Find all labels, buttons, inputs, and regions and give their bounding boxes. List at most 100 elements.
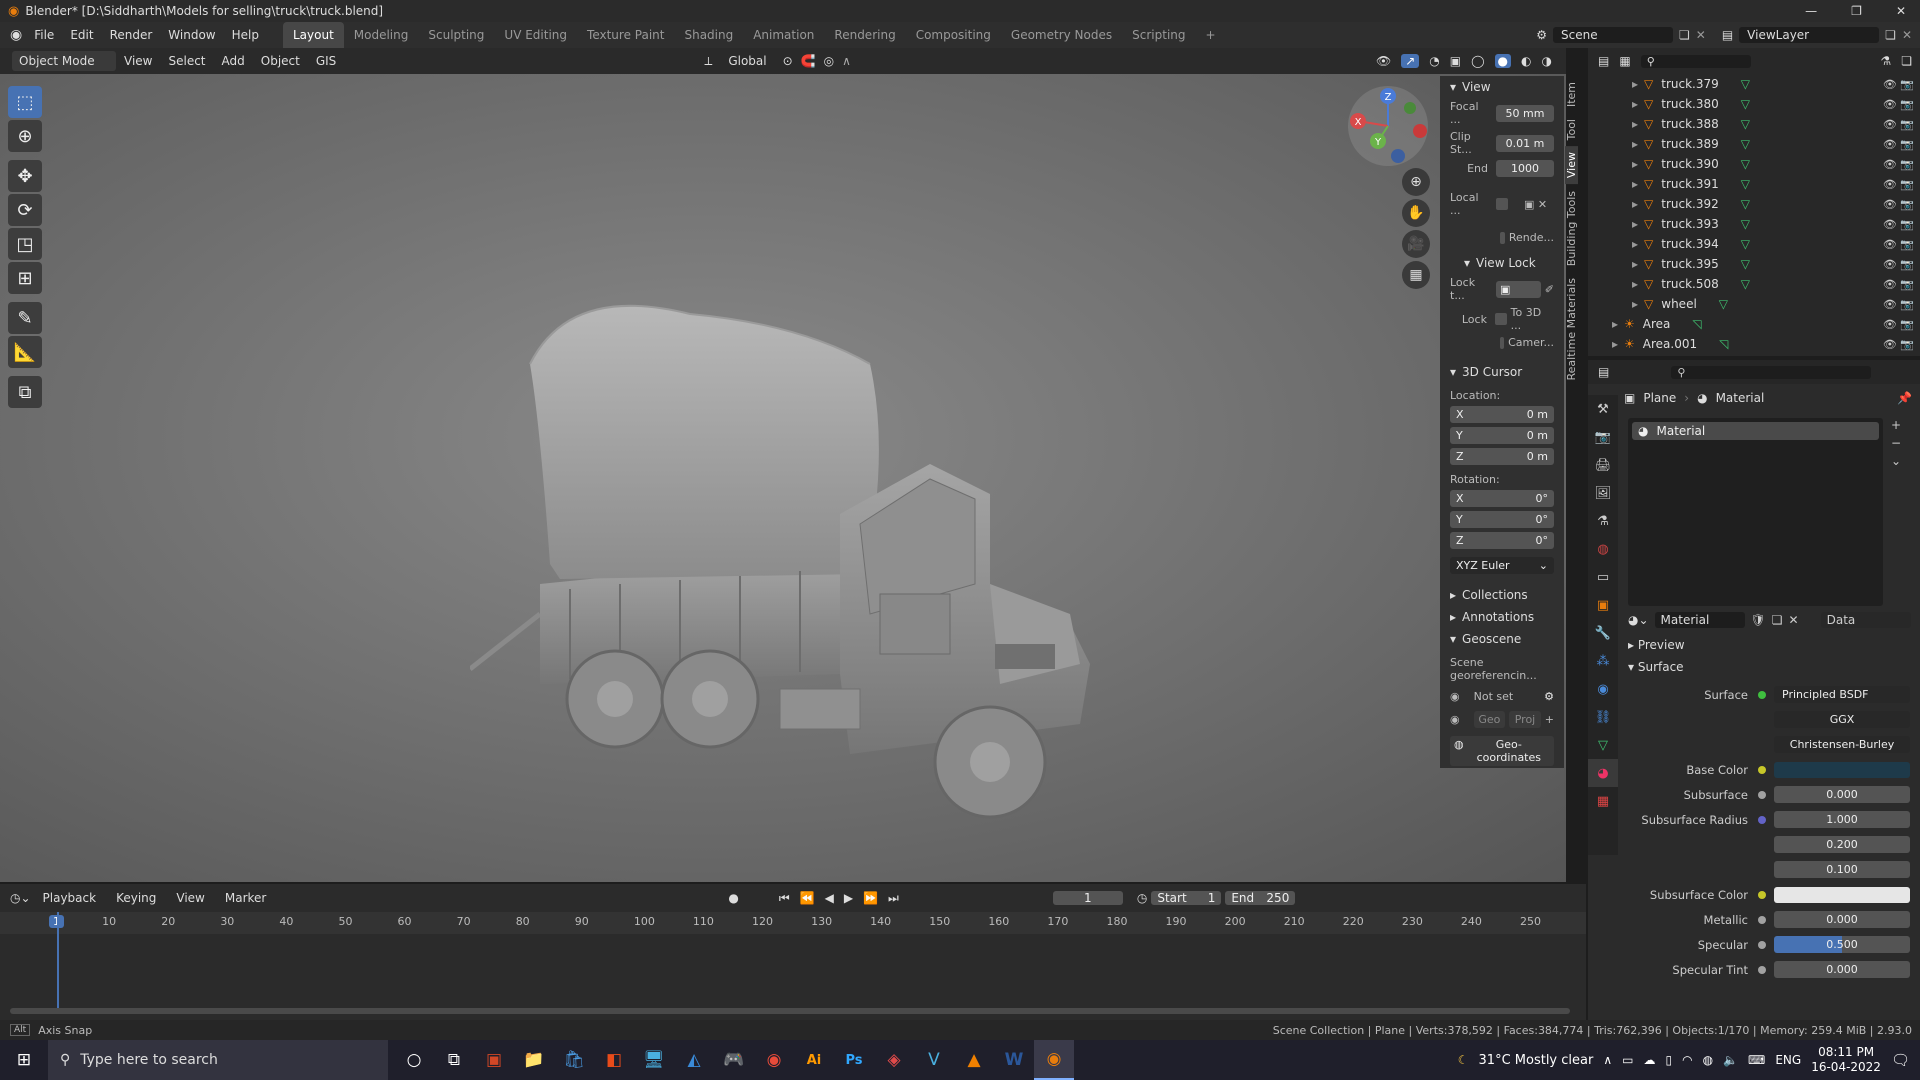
- desktop-app-icon[interactable]: 🖥: [634, 1040, 674, 1080]
- store-icon[interactable]: 🛍: [554, 1040, 594, 1080]
- output-tab-icon[interactable]: 🖨: [1588, 451, 1618, 479]
- viewlayer-icon[interactable]: ▤: [1722, 28, 1733, 42]
- tab-view[interactable]: View: [1565, 146, 1578, 185]
- play-icon[interactable]: ▶: [844, 891, 853, 905]
- visibility-icon[interactable]: 👁: [1376, 54, 1391, 68]
- volume-icon[interactable]: 🔈: [1723, 1053, 1738, 1067]
- sketchup-icon[interactable]: ◈: [874, 1040, 914, 1080]
- visibility-eye-icon[interactable]: 👁 📷: [1883, 338, 1914, 351]
- lock-to-3d-cursor-checkbox[interactable]: [1494, 313, 1507, 325]
- local-camera-field[interactable]: ▣ ✕: [1524, 198, 1547, 211]
- geoscene-section-header[interactable]: ▾ Geoscene: [1440, 628, 1564, 650]
- property-field[interactable]: 1.000: [1774, 811, 1910, 828]
- pin-icon[interactable]: 📌: [1897, 391, 1912, 405]
- fake-user-icon[interactable]: 🛡: [1751, 613, 1766, 627]
- photoshop-icon[interactable]: Ps: [834, 1040, 874, 1080]
- gizmo-toggle-icon[interactable]: ↗: [1401, 54, 1420, 68]
- visibility-eye-icon[interactable]: 👁 📷: [1883, 98, 1914, 111]
- outliner-row[interactable]: ▸ ▽ truck.391 ▽ 👁 📷: [1588, 174, 1920, 194]
- cursor-location-x[interactable]: X0 m: [1450, 406, 1554, 423]
- lock-camera-checkbox[interactable]: [1500, 336, 1505, 349]
- outliner-row[interactable]: ▸ ▽ truck.388 ▽ 👁 📷: [1588, 114, 1920, 134]
- property-field[interactable]: Principled BSDF: [1774, 686, 1910, 703]
- pivot-point-icon[interactable]: ⊙: [783, 54, 793, 68]
- timeline-editor-type-icon[interactable]: ◷⌄: [10, 891, 31, 905]
- property-field[interactable]: [1774, 886, 1910, 903]
- visibility-eye-icon[interactable]: 👁 📷: [1883, 318, 1914, 331]
- prev-keyframe-icon[interactable]: ⏪: [800, 891, 815, 905]
- tab-compositing[interactable]: Compositing: [906, 22, 1001, 48]
- language-indicator[interactable]: ENG: [1775, 1053, 1801, 1067]
- annotate-icon[interactable]: ✎: [8, 302, 42, 334]
- tab-tool[interactable]: Tool: [1565, 113, 1578, 146]
- truck-model[interactable]: [470, 284, 1100, 824]
- material-name-field[interactable]: Material: [1654, 612, 1745, 628]
- zoom-icon[interactable]: ⊕: [1402, 168, 1430, 196]
- add-cube-icon[interactable]: ⧉: [8, 376, 42, 408]
- end-frame-field[interactable]: End 250: [1225, 891, 1296, 905]
- weather-text[interactable]: 31°C Mostly clear: [1479, 1053, 1594, 1068]
- visibility-eye-icon[interactable]: 👁 📷: [1883, 258, 1914, 271]
- scale-icon[interactable]: ◳: [8, 228, 42, 260]
- tray-chevron-icon[interactable]: ∧: [1603, 1053, 1612, 1067]
- overlays-icon[interactable]: ◔: [1429, 54, 1439, 68]
- visibility-eye-icon[interactable]: 👁 📷: [1883, 218, 1914, 231]
- tool-tab-icon[interactable]: ⚒: [1588, 395, 1618, 423]
- 3d-viewport[interactable]: [0, 74, 1566, 882]
- restore-icon[interactable]: ❐: [1851, 4, 1862, 18]
- duplicate-material-icon[interactable]: ❏: [1772, 613, 1783, 627]
- clock-date[interactable]: 16-04-2022: [1811, 1060, 1881, 1075]
- outliner-search[interactable]: ⚲: [1640, 54, 1751, 68]
- office-icon[interactable]: ◧: [594, 1040, 634, 1080]
- task-view-icon[interactable]: ⧉: [434, 1040, 474, 1080]
- measure-icon[interactable]: 📐: [8, 336, 42, 368]
- v-app-icon[interactable]: V: [914, 1040, 954, 1080]
- play-reverse-icon[interactable]: ◀: [825, 891, 834, 905]
- clip-end-field[interactable]: 1000: [1496, 160, 1554, 177]
- visibility-eye-icon[interactable]: 👁 📷: [1883, 198, 1914, 211]
- jump-start-icon[interactable]: ⏮: [779, 891, 790, 906]
- surface-section-header[interactable]: ▾ Surface: [1628, 660, 1920, 674]
- next-keyframe-icon[interactable]: ⏩: [863, 891, 878, 905]
- proportional-edit-icon[interactable]: ◎: [824, 54, 834, 68]
- outliner-row[interactable]: ▸ ▽ wheel ▽ 👁 📷: [1588, 294, 1920, 314]
- pan-hand-icon[interactable]: ✋: [1402, 199, 1430, 227]
- modifiers-tab-icon[interactable]: 🔧: [1588, 619, 1618, 647]
- visibility-eye-icon[interactable]: 👁 📷: [1883, 238, 1914, 251]
- render-region-checkbox[interactable]: [1500, 231, 1505, 244]
- taskbar-search[interactable]: ⚲ Type here to search: [48, 1040, 388, 1080]
- property-field[interactable]: 0.200: [1774, 836, 1910, 853]
- physics-tab-icon[interactable]: ◉: [1588, 675, 1618, 703]
- minimize-icon[interactable]: —: [1805, 4, 1817, 18]
- clip-start-field[interactable]: 0.01 m: [1496, 134, 1554, 152]
- playback-menu[interactable]: Playback: [35, 891, 105, 905]
- property-field[interactable]: 0.000: [1774, 911, 1910, 928]
- view-lock-section-header[interactable]: ▾ View Lock: [1440, 252, 1564, 274]
- transform-icon[interactable]: ⊞: [8, 262, 42, 294]
- outliner-row[interactable]: ▸ ▽ truck.379 ▽ 👁 📷: [1588, 74, 1920, 94]
- close-icon[interactable]: ✕: [1896, 4, 1906, 18]
- new-collection-icon[interactable]: ❏: [1901, 54, 1912, 68]
- cursor-location-z[interactable]: Z0 m: [1450, 448, 1554, 465]
- cursor-rotation-z[interactable]: Z 0°: [1450, 532, 1554, 549]
- outliner-row[interactable]: ▸ ▽ truck.390 ▽ 👁 📷: [1588, 154, 1920, 174]
- outliner-row[interactable]: ▸ ▽ truck.392 ▽ 👁 📷: [1588, 194, 1920, 214]
- transform-orientation-dropdown[interactable]: Global: [720, 54, 774, 68]
- current-frame-field[interactable]: 1: [1052, 891, 1123, 905]
- geo-coordinates-button[interactable]: ◍ Geo-coordinates: [1450, 736, 1554, 766]
- material-shading-icon[interactable]: ◐: [1521, 54, 1531, 68]
- render-tab-icon[interactable]: 📷: [1588, 423, 1618, 451]
- editor-type-icon[interactable]: ▤: [1598, 54, 1609, 68]
- scene-selector[interactable]: Scene: [1553, 27, 1673, 43]
- tab-sculpting[interactable]: Sculpting: [418, 22, 494, 48]
- link-dropdown[interactable]: Data: [1820, 612, 1911, 628]
- visibility-eye-icon[interactable]: 👁 📷: [1883, 118, 1914, 131]
- remove-slot-icon[interactable]: −: [1891, 436, 1901, 450]
- navigation-gizmo[interactable]: Z X Y: [1348, 86, 1428, 166]
- outliner-row[interactable]: ▸ ▽ truck.394 ▽ 👁 📷: [1588, 234, 1920, 254]
- property-field[interactable]: GGX: [1774, 711, 1910, 728]
- rendered-shading-icon[interactable]: ◑: [1542, 54, 1552, 68]
- add-workspace-icon[interactable]: +: [1196, 22, 1226, 48]
- jump-end-icon[interactable]: ⏭: [888, 891, 899, 906]
- property-field[interactable]: Christensen-Burley: [1774, 736, 1910, 753]
